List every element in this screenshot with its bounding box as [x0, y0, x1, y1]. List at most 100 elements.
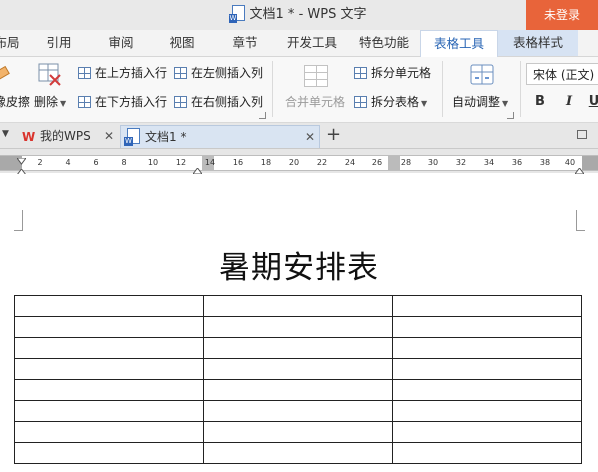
table-row — [14, 421, 582, 443]
table-cell[interactable] — [203, 379, 393, 401]
table-cell[interactable] — [392, 316, 582, 338]
ruler-tick: 12 — [175, 158, 187, 167]
table-row — [14, 337, 582, 359]
tab-layout[interactable]: 布局 — [0, 30, 20, 56]
underline-button[interactable]: U — [585, 93, 598, 111]
margin-corner-mark — [14, 210, 23, 231]
insert-col-left-icon — [174, 67, 187, 79]
table-cell[interactable] — [14, 400, 204, 422]
eraser-icon — [0, 63, 12, 83]
table-cell[interactable] — [203, 316, 393, 338]
table-row — [14, 442, 582, 464]
ruler-tick: 6 — [93, 158, 99, 167]
split-cells-button[interactable]: 拆分单元格 — [354, 64, 431, 81]
tab-document1-label: 文档1 * — [145, 130, 187, 144]
ruler-tick: 40 — [564, 158, 576, 167]
tab-chapter[interactable]: 章节 — [228, 30, 262, 56]
margin-corner-mark — [576, 210, 585, 231]
first-indent-marker-icon[interactable] — [16, 154, 27, 165]
table-cell[interactable] — [14, 379, 204, 401]
group-expand-icon[interactable] — [507, 112, 514, 119]
ruler-tick: 24 — [344, 158, 356, 167]
table-cell[interactable] — [392, 358, 582, 380]
table-cell[interactable] — [392, 400, 582, 422]
eraser-button[interactable]: 橡皮擦 — [0, 93, 30, 110]
ruler-tick: 32 — [455, 158, 467, 167]
table-cell[interactable] — [392, 337, 582, 359]
insert-row-above-icon — [78, 67, 91, 79]
table-cell[interactable] — [203, 400, 393, 422]
insert-above-label: 在上方插入行 — [95, 66, 168, 80]
left-indent-marker-icon[interactable] — [16, 165, 27, 176]
table-cell[interactable] — [203, 421, 393, 443]
merge-cells-button[interactable]: 合并单元格 — [285, 93, 345, 110]
table-cell[interactable] — [203, 442, 393, 464]
tab-my-wps[interactable]: W 我的WPS ✕ — [22, 125, 116, 148]
table-cell[interactable] — [14, 358, 204, 380]
tab-document1[interactable]: 文档1 * ✕ — [120, 125, 320, 148]
wps-logo-icon: W — [22, 130, 36, 144]
ruler-tick: 28 — [400, 158, 412, 167]
bold-button[interactable]: B — [531, 93, 549, 111]
horizontal-ruler[interactable]: 2 4 6 8 10 12 14 16 18 20 22 24 26 28 30… — [0, 154, 598, 176]
window-title-text: 文档1 * - WPS 文字 — [249, 7, 367, 22]
table-cell[interactable] — [203, 358, 393, 380]
tab-my-wps-label: 我的WPS — [40, 129, 91, 143]
tab-features[interactable]: 特色功能 — [356, 30, 412, 56]
table-cell[interactable] — [14, 421, 204, 443]
table-cell[interactable] — [392, 379, 582, 401]
ruler-tick: 36 — [511, 158, 523, 167]
separator — [520, 61, 521, 117]
font-name-select[interactable]: 宋体 (正文) — [526, 63, 598, 85]
insert-right-button[interactable]: 在右侧插入列 — [174, 93, 263, 110]
insert-below-button[interactable]: 在下方插入行 — [78, 93, 167, 110]
ruler-right-margin — [582, 156, 598, 170]
table-row — [14, 358, 582, 380]
menu-bar: 布局 引用 审阅 视图 章节 开发工具 特色功能 表格工具 表格样式 — [0, 30, 598, 58]
ruler-tick: 14 — [204, 158, 216, 167]
ruler-tick: 34 — [483, 158, 495, 167]
table-row — [14, 295, 582, 317]
ruler-tick: 10 — [147, 158, 159, 167]
tab-list-arrow-icon[interactable]: ▼ — [2, 129, 9, 139]
insert-left-button[interactable]: 在左侧插入列 — [174, 64, 263, 81]
table-cell[interactable] — [392, 295, 582, 317]
tab-references[interactable]: 引用 — [42, 30, 76, 56]
tab-view[interactable]: 视图 — [165, 30, 199, 56]
tab-developer[interactable]: 开发工具 — [284, 30, 340, 56]
table-cell[interactable] — [203, 337, 393, 359]
table-cell[interactable] — [14, 442, 204, 464]
italic-button[interactable]: I — [560, 93, 578, 111]
group-expand-icon[interactable] — [259, 112, 266, 119]
insert-above-button[interactable]: 在上方插入行 — [78, 64, 167, 81]
table-cell[interactable] — [14, 337, 204, 359]
close-icon[interactable]: ✕ — [305, 126, 315, 149]
table-cell[interactable] — [203, 295, 393, 317]
table-cell[interactable] — [14, 316, 204, 338]
table-row — [14, 400, 582, 422]
new-tab-icon[interactable]: + — [326, 124, 341, 146]
table-cell[interactable] — [392, 421, 582, 443]
document-heading[interactable]: 暑期安排表 — [0, 242, 598, 287]
tab-review[interactable]: 审阅 — [104, 30, 138, 56]
split-table-button[interactable]: 拆分表格 ▼ — [354, 93, 427, 110]
restore-window-icon[interactable] — [577, 130, 587, 139]
tab-table-tools[interactable]: 表格工具 — [420, 30, 498, 58]
table-cell[interactable] — [392, 442, 582, 464]
tab-table-style[interactable]: 表格样式 — [498, 30, 578, 56]
ruler-tick: 22 — [316, 158, 328, 167]
split-table-label: 拆分表格 — [371, 95, 420, 109]
ribbon: 橡皮擦 删除 ▼ 在上方插入行 在下方插入行 在左侧插入列 在右侧插入列 合并单元… — [0, 57, 598, 123]
chevron-down-icon: ▼ — [421, 99, 428, 108]
ruler-tick: 20 — [288, 158, 300, 167]
insert-right-label: 在右侧插入列 — [191, 95, 264, 109]
login-button[interactable]: 未登录 — [526, 0, 598, 30]
table-cell[interactable] — [14, 295, 204, 317]
auto-fit-button[interactable]: 自动调整 ▼ — [452, 93, 508, 110]
split-cells-icon — [354, 67, 367, 79]
document-table[interactable] — [14, 295, 582, 464]
delete-button[interactable]: 删除 ▼ — [34, 93, 66, 110]
close-icon[interactable]: ✕ — [104, 125, 114, 148]
ruler-tick: 2 — [37, 158, 43, 167]
delete-label: 删除 — [34, 95, 59, 109]
